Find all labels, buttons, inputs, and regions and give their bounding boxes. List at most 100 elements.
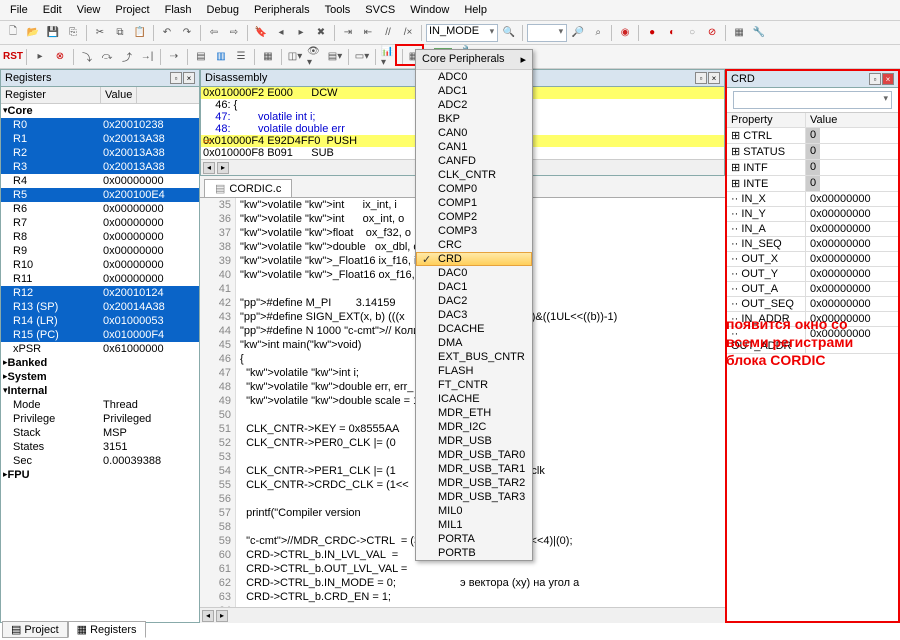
editor-scroll[interactable]: ◂▸: [200, 607, 725, 623]
save-icon[interactable]: 💾: [44, 24, 62, 42]
reg-r5[interactable]: R50x200100E4: [1, 188, 199, 202]
dd-item-bkp[interactable]: BKP: [416, 112, 532, 126]
reg-group-internal[interactable]: Internal: [1, 384, 199, 398]
dd-item-adc1[interactable]: ADC1: [416, 84, 532, 98]
dd-item-crc[interactable]: CRC: [416, 238, 532, 252]
dd-item-flash[interactable]: FLASH: [416, 364, 532, 378]
window-icon[interactable]: ▦: [730, 24, 748, 42]
reset-icon[interactable]: RST: [4, 48, 22, 66]
uncomment-icon[interactable]: /×: [399, 24, 417, 42]
reg-privilege[interactable]: PrivilegePrivileged: [1, 412, 199, 426]
close-icon[interactable]: ×: [882, 73, 894, 85]
tab-cordic[interactable]: CORDIC.c: [204, 179, 292, 197]
bookmark-next-icon[interactable]: ▸: [292, 24, 310, 42]
dd-item-portb[interactable]: PORTB: [416, 546, 532, 560]
dd-item-comp3[interactable]: COMP3: [416, 224, 532, 238]
reg-r1[interactable]: R10x20013A38: [1, 132, 199, 146]
dd-item-can0[interactable]: CAN0: [416, 126, 532, 140]
menu-help[interactable]: Help: [458, 2, 493, 18]
find-icon[interactable]: 🔍: [500, 24, 518, 42]
copy-icon[interactable]: ⧉: [111, 24, 129, 42]
dd-item-mdr_usb[interactable]: MDR_USB: [416, 434, 532, 448]
close-icon[interactable]: ×: [708, 72, 720, 84]
close-icon[interactable]: ×: [183, 72, 195, 84]
reg-states[interactable]: States3151: [1, 440, 199, 454]
run-to-icon[interactable]: →|: [138, 48, 156, 66]
disasm-window-icon[interactable]: ▥: [212, 48, 230, 66]
crd-row-in_a[interactable]: ·· IN_A0x00000000: [727, 222, 898, 237]
menu-view[interactable]: View: [71, 2, 107, 18]
pin-icon[interactable]: ▫: [170, 72, 182, 84]
reg-r3[interactable]: R30x20013A38: [1, 160, 199, 174]
dd-item-dma[interactable]: DMA: [416, 336, 532, 350]
peripherals-dropdown[interactable]: Core Peripherals▸ ADC0ADC1ADC2BKPCAN0CAN…: [415, 49, 533, 561]
symbols-icon[interactable]: ☰: [232, 48, 250, 66]
dd-item-comp0[interactable]: COMP0: [416, 182, 532, 196]
regs-window-icon[interactable]: ▦: [259, 48, 277, 66]
dd-item-mdr_usb_tar3[interactable]: MDR_USB_TAR3: [416, 490, 532, 504]
crd-grid[interactable]: ⊞ CTRL0⊞ STATUS0⊞ INTF0⊞ INTE0·· IN_X0x0…: [727, 128, 898, 621]
dd-item-mil1[interactable]: MIL1: [416, 518, 532, 532]
analysis-icon[interactable]: 📊▾: [380, 48, 398, 66]
reg-group-system[interactable]: System: [1, 370, 199, 384]
crd-row-intf[interactable]: ⊞ INTF0: [727, 160, 898, 176]
reg-r11[interactable]: R110x00000000: [1, 272, 199, 286]
dd-item-mdr_usb_tar2[interactable]: MDR_USB_TAR2: [416, 476, 532, 490]
crd-row-out_y[interactable]: ·· OUT_Y0x00000000: [727, 267, 898, 282]
reg-r2[interactable]: R20x20013A38: [1, 146, 199, 160]
nav-fwd-icon[interactable]: ⇨: [225, 24, 243, 42]
dd-item-comp2[interactable]: COMP2: [416, 210, 532, 224]
stop-icon[interactable]: ⊗: [51, 48, 69, 66]
reg-r0[interactable]: R00x20010238: [1, 118, 199, 132]
tab-project[interactable]: ▤Project: [2, 621, 68, 638]
dd-item-mdr_eth[interactable]: MDR_ETH: [416, 406, 532, 420]
crd-row-in_seq[interactable]: ·· IN_SEQ0x00000000: [727, 237, 898, 252]
reg-r13 (sp)[interactable]: R13 (SP)0x20014A38: [1, 300, 199, 314]
menu-file[interactable]: File: [4, 2, 34, 18]
reg-r7[interactable]: R70x00000000: [1, 216, 199, 230]
reg-r6[interactable]: R60x00000000: [1, 202, 199, 216]
menu-debug[interactable]: Debug: [201, 2, 245, 18]
dd-item-dac1[interactable]: DAC1: [416, 280, 532, 294]
reg-r9[interactable]: R90x00000000: [1, 244, 199, 258]
reg-mode[interactable]: ModeThread: [1, 398, 199, 412]
dd-item-icache[interactable]: ICACHE: [416, 392, 532, 406]
reg-group-core[interactable]: Core: [1, 104, 199, 118]
reg-r12[interactable]: R120x20010124: [1, 286, 199, 300]
reg-r10[interactable]: R100x00000000: [1, 258, 199, 272]
menu-tools[interactable]: Tools: [319, 2, 357, 18]
pin-icon[interactable]: ▫: [869, 73, 881, 85]
menu-peripherals[interactable]: Peripherals: [248, 2, 316, 18]
tab-registers[interactable]: ▦Registers: [68, 621, 146, 638]
cmd-window-icon[interactable]: ▤: [192, 48, 210, 66]
dd-item-ft_cntr[interactable]: FT_CNTR: [416, 378, 532, 392]
findinfiles-icon[interactable]: 🔎: [569, 24, 587, 42]
crd-row-out_seq[interactable]: ·· OUT_SEQ0x00000000: [727, 297, 898, 312]
saveall-icon[interactable]: ⎘: [64, 24, 82, 42]
dd-item-mdr_usb_tar0[interactable]: MDR_USB_TAR0: [416, 448, 532, 462]
menu-project[interactable]: Project: [109, 2, 155, 18]
menu-svcs[interactable]: SVCS: [359, 2, 401, 18]
nav-back-icon[interactable]: ⇦: [205, 24, 223, 42]
crd-row-in_y[interactable]: ·· IN_Y0x00000000: [727, 207, 898, 222]
dropdown-header[interactable]: Core Peripherals▸: [416, 50, 532, 70]
paste-icon[interactable]: 📋: [131, 24, 149, 42]
dd-item-adc0[interactable]: ADC0: [416, 70, 532, 84]
menu-edit[interactable]: Edit: [37, 2, 68, 18]
open-icon[interactable]: 📂: [24, 24, 42, 42]
serial-icon[interactable]: ▭▾: [353, 48, 371, 66]
crd-row-ctrl[interactable]: ⊞ CTRL0: [727, 128, 898, 144]
redo-icon[interactable]: ↷: [178, 24, 196, 42]
crd-row-inte[interactable]: ⊞ INTE0: [727, 176, 898, 192]
pin-icon[interactable]: ▫: [695, 72, 707, 84]
run-icon[interactable]: ▸: [31, 48, 49, 66]
debug-icon[interactable]: ◉: [616, 24, 634, 42]
reg-sec[interactable]: Sec0.00039388: [1, 454, 199, 468]
crd-row-out_a[interactable]: ·· OUT_A0x00000000: [727, 282, 898, 297]
outdent-icon[interactable]: ⇤: [359, 24, 377, 42]
registers-tree[interactable]: CoreR00x20010238R10x20013A38R20x20013A38…: [1, 104, 199, 622]
indent-icon[interactable]: ⇥: [339, 24, 357, 42]
dd-item-can1[interactable]: CAN1: [416, 140, 532, 154]
new-icon[interactable]: 🗋: [4, 24, 22, 42]
crd-row-status[interactable]: ⊞ STATUS0: [727, 144, 898, 160]
